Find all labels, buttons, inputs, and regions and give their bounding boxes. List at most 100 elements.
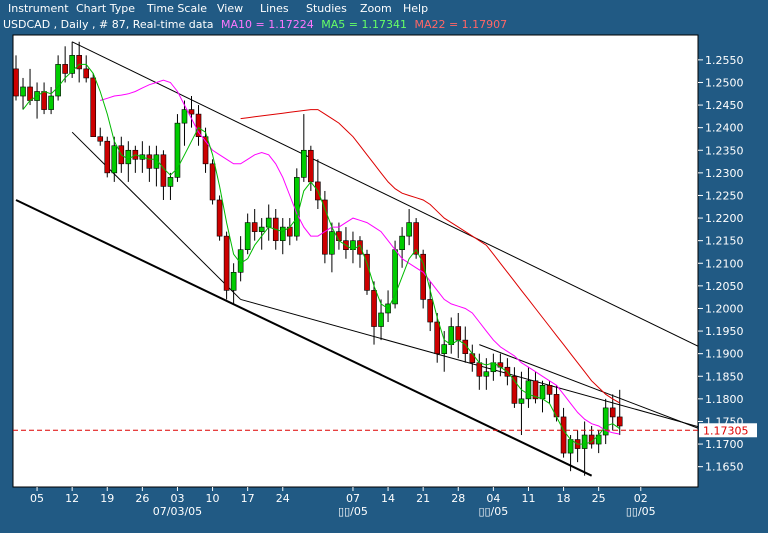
candle-body (406, 222, 412, 237)
candle-body (616, 416, 623, 427)
candle-body (371, 290, 377, 327)
x-tick-label: 18 (557, 492, 571, 505)
candle-body (209, 163, 216, 201)
candle-body (399, 235, 405, 250)
x-tick-label: 03 (170, 492, 184, 505)
menu-help[interactable]: Help (403, 2, 428, 15)
candle-body (181, 109, 188, 124)
y-tick-label: 1.2200 (705, 212, 744, 225)
y-tick-label: 1.1700 (705, 438, 744, 451)
candle-body (258, 226, 265, 232)
candle-body (244, 222, 251, 251)
price-chart[interactable]: USDCAD , Daily , # 87, Real-time data MA… (0, 17, 768, 533)
menu-lines[interactable]: Lines (260, 2, 289, 15)
candle-body (62, 64, 68, 74)
candle-body (546, 384, 553, 395)
candle-body (518, 398, 525, 404)
candle-body (329, 231, 335, 255)
candle-body (427, 299, 433, 323)
candle-body (223, 235, 230, 291)
x-tick-label: 11 (521, 492, 535, 505)
candle-body (469, 353, 476, 364)
candle-body (146, 154, 153, 169)
y-tick-label: 1.2150 (705, 235, 744, 248)
ma5-info: MA5 = 1.17341 (321, 18, 407, 31)
y-tick-label: 1.2350 (705, 144, 744, 157)
y-tick-label: 1.2250 (705, 189, 744, 202)
candle-body (41, 91, 47, 110)
candle-body (83, 68, 89, 79)
x-month-label: ▯▯/05 (338, 505, 368, 518)
menu-time-scale[interactable]: Time Scale (147, 2, 207, 15)
menu-chart-type[interactable]: Chart Type (76, 2, 135, 15)
candle-body (55, 64, 61, 97)
info-text: USDCAD , Daily , # 87, Real-time data MA… (3, 18, 507, 31)
menu-studies[interactable]: Studies (306, 2, 347, 15)
candle-body (230, 272, 237, 291)
candle-body (336, 231, 342, 241)
candle-body (279, 226, 286, 241)
candle-body (167, 177, 174, 187)
candle-body (76, 55, 82, 70)
x-axis: 05 12 19 26 03 10 17 24 07 14 21 28 04 11 18 25 02 07/03/… (30, 487, 656, 518)
x-tick-label: 07 (346, 492, 360, 505)
candle-body (567, 439, 574, 454)
candle-body (20, 86, 26, 97)
y-tick-label: 1.2300 (705, 167, 744, 180)
y-tick-label: 1.2400 (705, 122, 744, 135)
x-month-label: ▯▯/05 (626, 505, 656, 518)
x-tick-label: 26 (135, 492, 149, 505)
menu-zoom[interactable]: Zoom (360, 2, 392, 15)
x-tick-label: 14 (381, 492, 395, 505)
candle-body (476, 362, 483, 377)
menu-view[interactable]: View (217, 2, 243, 15)
candle-body (581, 434, 588, 449)
ma22-info: MA22 = 1.17907 (414, 18, 507, 31)
x-tick-label: 04 (486, 492, 500, 505)
candle-body (48, 95, 54, 110)
candle-body (357, 240, 363, 255)
candle-body (539, 384, 546, 400)
x-tick-label: 05 (30, 492, 44, 505)
candle-body (483, 371, 490, 377)
plot-area (12, 34, 699, 488)
candle-body (104, 140, 111, 174)
y-tick-label: 1.1950 (705, 325, 744, 338)
candle-body (27, 86, 33, 101)
candle-body (378, 312, 384, 327)
y-axis: 1.1650 1.1700 1.1750 1.1800 1.1850 1.1900 1.19… (698, 54, 744, 474)
chart-area[interactable]: USDCAD , Daily , # 87, Real-time data MA… (0, 17, 768, 533)
candle-body (609, 407, 616, 418)
candle-body (420, 253, 426, 300)
candle-body (525, 380, 532, 400)
y-tick-label: 1.1800 (705, 393, 744, 406)
x-tick-label: 25 (592, 492, 606, 505)
menu-instrument[interactable]: Instrument (8, 2, 69, 15)
x-tick-label: 17 (241, 492, 255, 505)
x-tick-label: 10 (206, 492, 220, 505)
y-tick-label: 1.1850 (705, 370, 744, 383)
y-tick-label: 1.1900 (705, 348, 744, 361)
candle-body (90, 77, 97, 137)
x-tick-label: 12 (65, 492, 79, 505)
y-tick-label: 1.2000 (705, 302, 744, 315)
candle-body (448, 326, 455, 345)
x-tick-label: 24 (276, 492, 290, 505)
candle-body (293, 177, 300, 237)
candle-body (560, 416, 567, 454)
x-month-label: ▯▯/05 (478, 505, 508, 518)
x-tick-label: 28 (451, 492, 465, 505)
candle-body (174, 122, 181, 178)
y-tick-label: 1.2500 (705, 76, 744, 89)
y-tick-label: 1.1650 (705, 461, 744, 474)
y-tick-label: 1.2050 (705, 280, 744, 293)
x-tick-label: 21 (416, 492, 430, 505)
x-tick-label: 02 (634, 492, 648, 505)
menu-bar: Instrument Chart Type Time Scale View Li… (0, 0, 768, 17)
x-tick-label: 19 (100, 492, 114, 505)
candle-body (265, 217, 272, 228)
candle-body (216, 199, 223, 237)
candle-body (125, 149, 132, 165)
candle-body (195, 113, 202, 137)
y-tick-label: 1.2450 (705, 99, 744, 112)
